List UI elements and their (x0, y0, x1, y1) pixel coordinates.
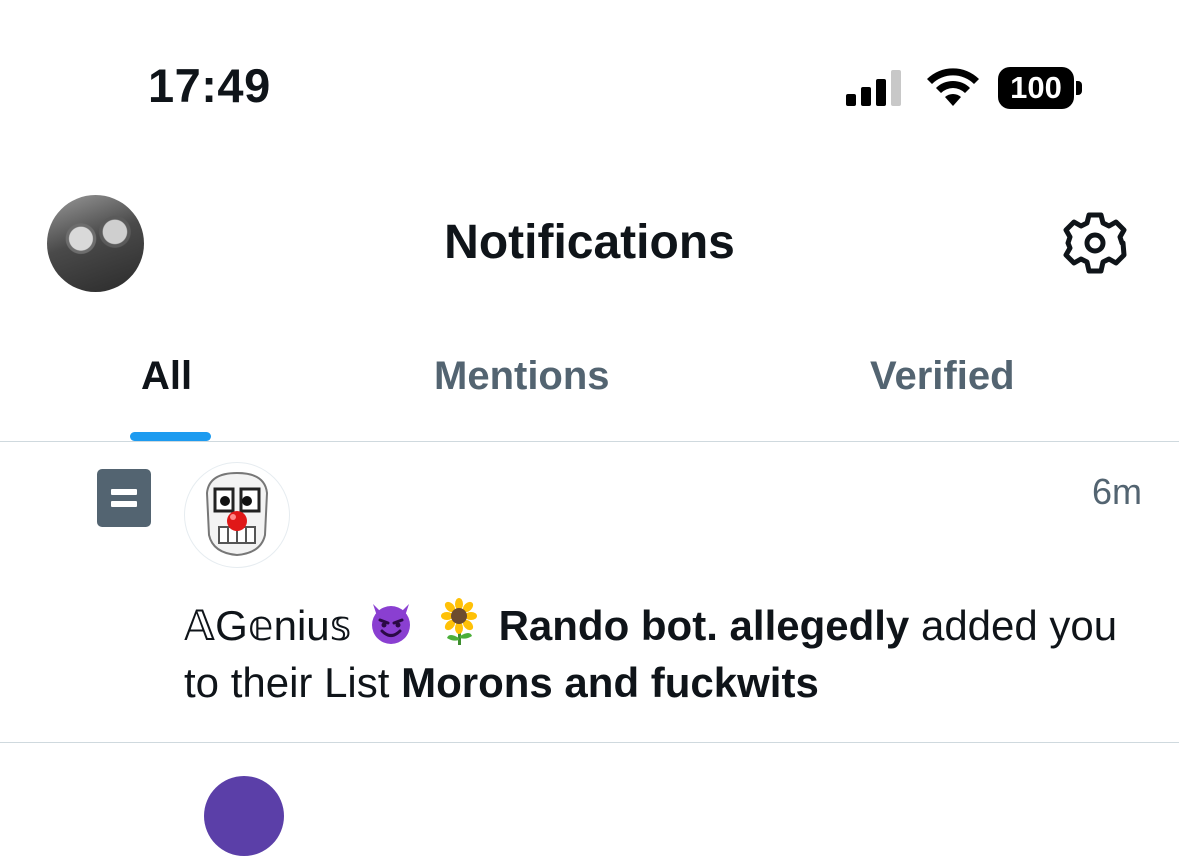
status-time: 17:49 (148, 59, 271, 112)
tab-all[interactable]: All (141, 350, 192, 402)
notification-display-name[interactable]: 𝔸G𝕖niu𝕤 (184, 602, 352, 649)
notification-timestamp: 6m (1092, 471, 1143, 512)
page-title: Notifications (444, 216, 735, 269)
active-tab-indicator (130, 432, 211, 441)
battery-level: 100 (998, 67, 1074, 109)
notification-user-avatar[interactable] (184, 462, 290, 568)
gear-icon[interactable] (1062, 210, 1128, 276)
notification-divider (0, 742, 1179, 743)
next-notification-avatar[interactable] (204, 776, 284, 856)
list-icon (97, 469, 151, 527)
tabs-divider (0, 441, 1179, 442)
tab-mentions[interactable]: Mentions (434, 350, 610, 402)
clown-skull-avatar-icon (205, 471, 269, 557)
cellular-signal-icon (846, 70, 901, 106)
notification-user-name[interactable]: Rando bot. allegedly (499, 602, 910, 649)
sunflower-emoji-icon (440, 598, 477, 645)
notification-list-name[interactable]: Morons and fuckwits (401, 659, 819, 706)
smiling-devil-emoji-icon (372, 604, 411, 644)
notification-text[interactable]: 𝔸G𝕖niu𝕤 Rando bot. allegedly added you t… (184, 597, 1144, 711)
battery-icon: 100 (998, 67, 1084, 109)
tab-verified[interactable]: Verified (870, 350, 1015, 402)
wifi-icon (927, 68, 979, 106)
